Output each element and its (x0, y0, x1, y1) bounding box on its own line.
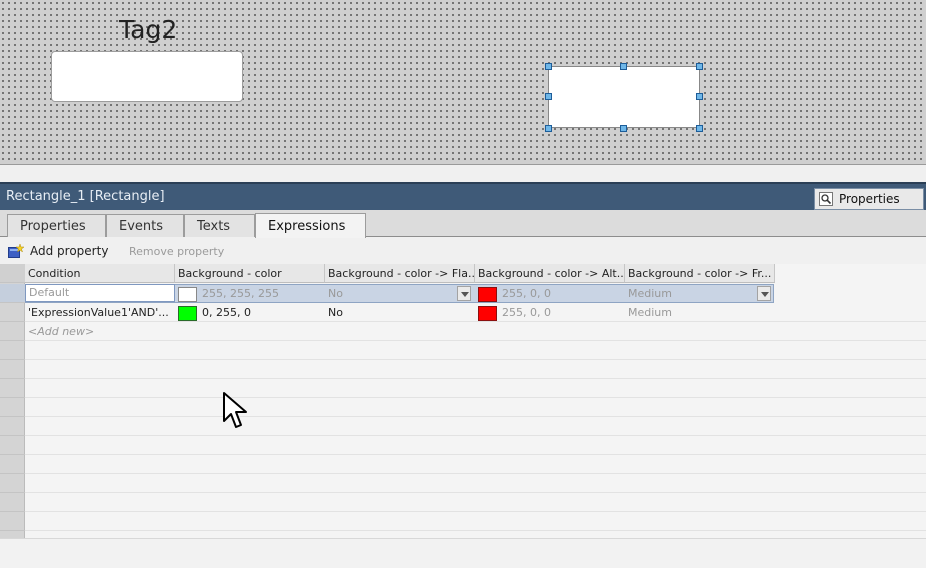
grid-line (25, 454, 926, 455)
inspector-title: Rectangle_1 [Rectangle] (6, 189, 165, 204)
resize-handle-bottom[interactable] (620, 125, 627, 132)
background-color-cell[interactable]: 255, 255, 255 (175, 284, 325, 303)
add-property-button[interactable]: Add property (8, 243, 109, 258)
resize-handle-top-right[interactable] (696, 63, 703, 70)
grid-line (25, 359, 926, 360)
alternate-color-value: 255, 0, 0 (502, 306, 551, 319)
properties-view-tab[interactable]: Properties (814, 188, 924, 210)
selected-rectangle[interactable] (548, 66, 700, 128)
grid-line (25, 378, 926, 379)
gutter-row[interactable] (0, 436, 25, 455)
tab-texts[interactable]: Texts (184, 214, 255, 237)
gutter-row[interactable] (0, 398, 25, 417)
tag-text-label[interactable]: Tag2 (119, 15, 177, 44)
add-property-icon (8, 243, 25, 258)
grid-line (25, 397, 926, 398)
add-new-row[interactable]: <Add new> (25, 322, 175, 341)
background-color-value: 0, 255, 0 (202, 306, 251, 319)
panel-footer (0, 538, 926, 568)
alternate-color-value: 255, 0, 0 (502, 287, 551, 300)
resize-handle-bottom-right[interactable] (696, 125, 703, 132)
gutter-row[interactable] (0, 493, 25, 512)
color-swatch[interactable] (178, 305, 197, 321)
resize-handle-right[interactable] (696, 93, 703, 100)
column-header-background-color[interactable]: Background - color (175, 264, 325, 283)
add-property-label: Add property (30, 244, 109, 258)
condition-value: 'ExpressionValue1'AND'... (28, 306, 169, 319)
frequency-dropdown-button[interactable] (757, 286, 771, 301)
resize-handle-top[interactable] (620, 63, 627, 70)
gutter-row[interactable] (0, 417, 25, 436)
condition-value: Default (29, 286, 70, 299)
properties-view-label: Properties (839, 192, 900, 206)
tab-properties-label: Properties (20, 218, 86, 234)
add-new-label: <Add new> (28, 325, 95, 338)
alternate-color-cell[interactable]: 255, 0, 0 (475, 303, 625, 322)
tab-expressions[interactable]: Expressions (255, 213, 366, 238)
tab-properties[interactable]: Properties (7, 214, 106, 237)
condition-cell[interactable]: Default (25, 284, 175, 302)
canvas-divider (0, 165, 926, 182)
flashing-value: No (328, 287, 343, 300)
flashing-cell[interactable]: No (325, 303, 475, 322)
inspector-title-bar: Rectangle_1 [Rectangle] Properties (0, 182, 926, 210)
tab-texts-label: Texts (197, 218, 231, 234)
grid-line (25, 530, 926, 531)
inspector-tabs: Properties Events Texts Expressions (0, 210, 926, 238)
expressions-toolbar: Add property Remove property (0, 240, 926, 264)
screen-canvas[interactable]: Tag2 (0, 0, 926, 165)
resize-handle-bottom-left[interactable] (545, 125, 552, 132)
tab-events-label: Events (119, 218, 164, 234)
column-header-alternate-color[interactable]: Background - color -> Alt... (475, 264, 625, 283)
magnifier-icon (819, 192, 833, 206)
flashing-dropdown-button[interactable] (457, 286, 471, 301)
grid-line (25, 473, 926, 474)
frequency-cell[interactable]: Medium (625, 303, 775, 322)
frequency-cell[interactable]: Medium (625, 284, 775, 303)
mouse-cursor-icon (223, 392, 247, 428)
expressions-grid[interactable]: Condition Background - color Background … (0, 264, 926, 538)
tab-expressions-label: Expressions (268, 218, 346, 234)
gutter-header (0, 264, 25, 283)
gutter-row[interactable] (0, 455, 25, 474)
background-color-value: 255, 255, 255 (202, 287, 279, 300)
frequency-value: Medium (628, 287, 672, 300)
grid-line (25, 416, 926, 417)
gutter-row-selected[interactable] (0, 284, 25, 303)
background-color-cell[interactable]: 0, 255, 0 (175, 303, 325, 322)
gutter-row[interactable] (0, 341, 25, 360)
column-header-frequency[interactable]: Background - color -> Fr... (625, 264, 775, 283)
remove-property-button[interactable]: Remove property (129, 245, 224, 258)
alternate-color-cell[interactable]: 255, 0, 0 (475, 284, 625, 303)
flashing-value: No (328, 306, 343, 319)
grid-line (25, 492, 926, 493)
color-swatch[interactable] (478, 286, 497, 302)
resize-handle-top-left[interactable] (545, 63, 552, 70)
gutter-row[interactable] (0, 379, 25, 398)
row-header-gutter (0, 264, 25, 538)
color-swatch[interactable] (478, 305, 497, 321)
color-swatch[interactable] (178, 286, 197, 302)
gutter-row[interactable] (0, 512, 25, 531)
flashing-cell[interactable]: No (325, 284, 475, 303)
grid-line (25, 435, 926, 436)
gutter-row[interactable] (0, 474, 25, 493)
tab-events[interactable]: Events (106, 214, 184, 237)
resize-handle-left[interactable] (545, 93, 552, 100)
gutter-row[interactable] (0, 322, 25, 341)
column-header-condition[interactable]: Condition (25, 264, 175, 283)
gutter-row[interactable] (0, 303, 25, 322)
gutter-row[interactable] (0, 360, 25, 379)
frequency-value: Medium (628, 306, 672, 319)
grid-line (25, 511, 926, 512)
io-field[interactable] (51, 51, 243, 102)
condition-cell[interactable]: 'ExpressionValue1'AND'... (25, 303, 175, 322)
column-header-flashing[interactable]: Background - color -> Fla... (325, 264, 475, 283)
